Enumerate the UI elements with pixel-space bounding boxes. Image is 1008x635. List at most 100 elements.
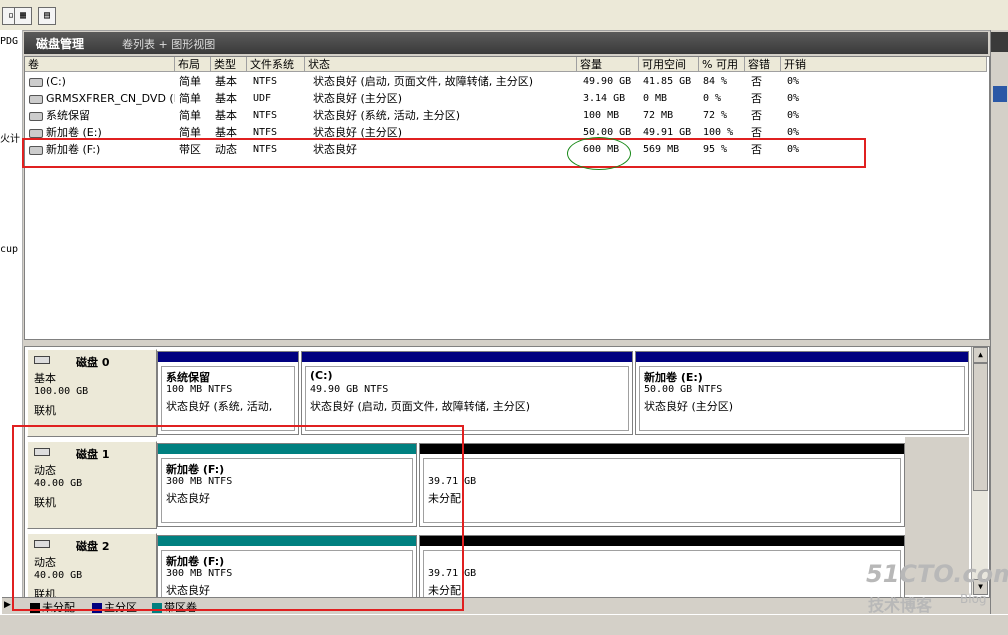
column-header-overhead[interactable]: 开销 [781,57,987,72]
partition-block[interactable]: 系统保留 100 MB NTFS 状态良好 (系统, 活动, [157,351,299,435]
cell-pct: 84 % [703,76,728,87]
disk-graphical-view: 磁盘 0 基本 100.00 GB 联机 系统保留 100 MB NTFS 状态良好 (系统… [24,346,990,621]
volume-icon [29,145,43,155]
partition-name: 新加卷 (F:) [166,555,225,568]
cell-status: 状态良好 [313,143,357,156]
column-header-volume[interactable]: 卷 [25,57,175,72]
column-header-filesystem[interactable]: 文件系统 [247,57,305,72]
column-header-layout[interactable]: 布局 [175,57,211,72]
volume-list: 卷 布局 类型 文件系统 状态 容量 可用空间 % 可用 容错 开销 (C:) 简… [24,56,990,340]
volume-row[interactable]: 新加卷 (E:) 简单 基本 NTFS 状态良好 (主分区) 50.00 GB 49.91 … [25,125,989,141]
partition-status: 未分配 [428,492,461,505]
view-mode-label: 卷列表 + 图形视图 [122,38,216,51]
partition-block[interactable]: 新加卷 (E:) 50.00 GB NTFS 状态良好 (主分区) [635,351,969,435]
cell-ft: 否 [751,92,762,105]
scrollbar-thumb[interactable] [973,363,988,491]
partition-inner: (C:) 49.90 GB NTFS 状态良好 (启动, 页面文件, 故障转储, 主… [305,366,629,431]
action-item[interactable] [993,86,1007,102]
disk-name: 磁盘 0 [76,356,110,369]
partition-name: 新加卷 (E:) [644,371,703,384]
disk-kind: 基本 [34,372,56,385]
cell-name: 新加卷 (F:) [29,142,175,158]
disk-icon [34,540,50,548]
cell-name: 新加卷 (E:) [29,125,175,141]
partition-size: 39.71 GB [428,476,477,487]
cell-fs: UDF [253,93,272,104]
cell-ft: 否 [751,75,762,88]
cell-pct: 100 % [703,127,734,138]
disk-name: 磁盘 1 [76,448,110,461]
volume-row[interactable]: (C:) 简单 基本 NTFS 状态良好 (启动, 页面文件, 故障转储, 主分区) 49… [25,74,989,90]
disk-size: 40.00 GB [34,570,83,581]
partition-name: 新加卷 (F:) [166,463,225,476]
column-header-type[interactable]: 类型 [211,57,247,72]
cell-name: GRMSXFRER_CN_DVD (D:) [29,91,175,107]
partition-name: 系统保留 [166,371,210,384]
grid-icon[interactable]: ▤ [38,7,56,25]
volume-row[interactable]: 新加卷 (F:) 带区 动态 NTFS 状态良好 600 MB 569 MB 95 % 否 0% [25,142,989,158]
volume-row[interactable]: 系统保留 简单 基本 NTFS 状态良好 (系统, 活动, 主分区) 100 MB 72 M… [25,108,989,124]
cell-pct: 72 % [703,110,728,121]
page-title: 磁盘管理 [36,37,85,51]
partition-block[interactable]: 39.71 GB 未分配 [419,443,905,527]
cell-ft: 否 [751,126,762,139]
disk-label-0[interactable]: 磁盘 0 基本 100.00 GB 联机 [27,349,157,437]
volume-icon [29,94,43,104]
partition-status: 状态良好 (启动, 页面文件, 故障转储, 主分区) [310,400,531,413]
tree-item[interactable]: cup [0,244,18,255]
cell-type: 动态 [215,143,237,156]
legend-item-unallocated: 未分配 [30,599,75,615]
cell-overhead: 0% [787,144,800,155]
cell-type: 基本 [215,92,237,105]
cell-free: 72 MB [643,110,674,121]
cell-free: 41.85 GB [643,76,692,87]
mmc-title-bar: 磁盘管理 卷列表 + 图形视图 [24,32,988,54]
partition-status: 状态良好 (系统, 活动, [166,400,273,413]
scroll-left-icon[interactable]: ▶ [4,600,11,610]
tree-item[interactable]: PDG [0,36,18,47]
partition-type-bar [420,444,904,454]
disk-label-1[interactable]: 磁盘 1 动态 40.00 GB 联机 [27,441,157,529]
cell-fs: NTFS [253,76,278,87]
cell-layout: 简单 [179,75,201,88]
partition-block[interactable]: 新加卷 (F:) 300 MB NTFS 状态良好 [157,443,417,527]
cell-layout: 简单 [179,109,201,122]
cell-name: (C:) [29,74,175,90]
cell-status: 状态良好 (主分区) [313,92,403,105]
partition-block[interactable]: (C:) 49.90 GB NTFS 状态良好 (启动, 页面文件, 故障转储, 主… [301,351,633,435]
cell-capacity: 50.00 GB [583,127,632,138]
volume-row[interactable]: GRMSXFRER_CN_DVD (D:) 简单 基本 UDF 状态良好 (主分区) 3.… [25,91,989,107]
partition-status: 状态良好 [166,584,210,597]
volume-icon [29,128,43,138]
cell-fs: NTFS [253,127,278,138]
column-header-free[interactable]: 可用空间 [639,57,699,72]
legend-item-striped: 带区卷 [152,599,197,615]
toolbar: ▫ ▦ ▤ [0,0,1008,31]
column-header-status[interactable]: 状态 [305,57,577,72]
partition-status: 状态良好 [166,492,210,505]
scroll-up-icon[interactable]: ▲ [973,347,988,363]
cell-ft: 否 [751,143,762,156]
vertical-scrollbar[interactable]: ▲ ▼ [971,347,988,595]
partition-size: 50.00 GB NTFS [644,384,723,395]
cell-overhead: 0% [787,93,800,104]
left-tree-pane: PDG 火计 cup [0,30,23,634]
cell-overhead: 0% [787,110,800,121]
cell-free: 0 MB [643,93,668,104]
column-header-percent-free[interactable]: % 可用 [699,57,745,72]
partition-inner: 新加卷 (E:) 50.00 GB NTFS 状态良好 (主分区) [639,366,965,431]
cell-fs: NTFS [253,110,278,121]
tree-item[interactable]: 火计 [0,130,20,145]
properties-icon[interactable]: ▦ [14,7,32,25]
cell-status: 状态良好 (主分区) [313,126,403,139]
legend-swatch [92,603,102,613]
column-header-fault-tolerance[interactable]: 容错 [745,57,781,72]
disk-state: 联机 [34,496,56,509]
legend-swatch [30,603,40,613]
partition-size: 100 MB NTFS [166,384,233,395]
disk-size: 40.00 GB [34,478,83,489]
cell-pct: 0 % [703,93,722,104]
legend-swatch [152,603,162,613]
disk-icon [34,448,50,456]
column-header-capacity[interactable]: 容量 [577,57,639,72]
